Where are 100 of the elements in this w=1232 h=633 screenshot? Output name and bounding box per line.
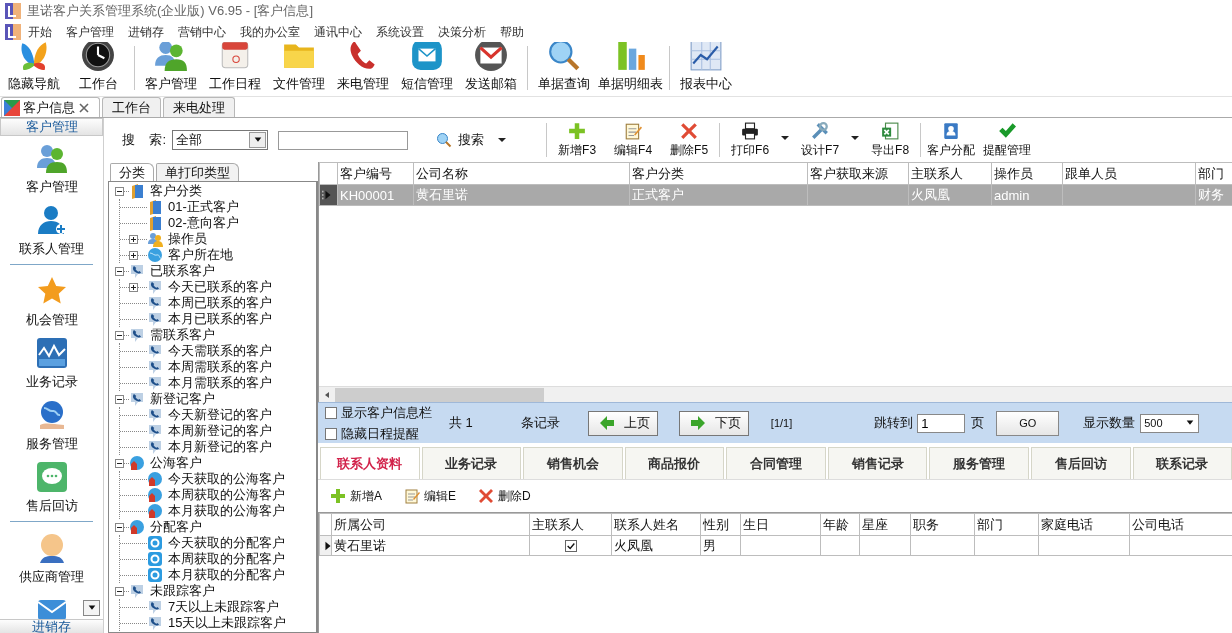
column-header[interactable]: 公司名称: [413, 162, 630, 185]
minus-box-icon[interactable]: [115, 330, 124, 340]
toolbar-button[interactable]: 单据查询: [532, 42, 596, 93]
tree-item[interactable]: 需联系客户: [149, 326, 216, 344]
tree-item[interactable]: 客户分类: [149, 182, 203, 200]
detail-tab[interactable]: 业务记录: [421, 447, 522, 479]
tree-item[interactable]: 本周新登记的客户: [167, 422, 273, 440]
column-header[interactable]: 客户编号: [337, 162, 414, 185]
column-header[interactable]: 主联系人: [908, 162, 992, 185]
toolbar-button[interactable]: 来电管理: [331, 42, 395, 93]
detail-tab[interactable]: 合同管理: [726, 447, 826, 479]
nav-item[interactable]: 供应商管理: [0, 526, 103, 588]
column-header[interactable]: 操作员: [991, 162, 1063, 185]
tree-item[interactable]: 今天获取的分配客户: [167, 534, 286, 552]
column-header[interactable]: 主联系人: [529, 513, 612, 536]
tree-item[interactable]: 本周需联系的客户: [167, 358, 273, 376]
column-header[interactable]: 部门: [974, 513, 1039, 536]
tree-item[interactable]: 客户所在地: [167, 246, 234, 264]
detail-tab[interactable]: 商品报价: [624, 447, 725, 479]
scroll-left-icon[interactable]: [323, 390, 331, 399]
document-tab[interactable]: 工作台: [102, 97, 161, 117]
minus-box-icon[interactable]: [115, 586, 124, 596]
toolbar-button[interactable]: 短信管理: [395, 42, 459, 93]
minus-box-icon[interactable]: [115, 394, 124, 404]
tree-item[interactable]: 本周已联系的客户: [167, 294, 273, 312]
toolbar-button[interactable]: 工作日程: [203, 42, 267, 93]
column-header[interactable]: 性别: [700, 513, 741, 536]
column-header[interactable]: 联系人姓名: [611, 513, 701, 536]
toolbar-button[interactable]: 客户管理: [139, 42, 203, 93]
toolbar-button[interactable]: 报表中心: [674, 42, 738, 93]
caret-icon[interactable]: [498, 138, 507, 142]
nav-item[interactable]: 机会管理: [0, 269, 103, 331]
toolbar-button[interactable]: 提醒管理: [979, 121, 1036, 159]
panel-tab[interactable]: 单打印类型: [156, 163, 239, 181]
menu-item[interactable]: 决策分析: [431, 23, 493, 41]
tree-item[interactable]: 今天新登记的客户: [167, 406, 273, 424]
menu-item[interactable]: 我的办公室: [233, 23, 307, 41]
detail-tab[interactable]: 销售机会: [523, 447, 623, 479]
tree-item[interactable]: 本月已联系的客户: [167, 310, 273, 328]
document-tab[interactable]: 来电处理: [163, 97, 235, 117]
nav-item[interactable]: 客户管理: [0, 136, 103, 198]
toolbar-button[interactable]: 隐藏导航: [2, 42, 66, 93]
panel-tab[interactable]: 分类: [110, 163, 154, 181]
column-header[interactable]: 生日: [740, 513, 821, 536]
nav-footer[interactable]: 进销存: [0, 619, 103, 633]
toolbar-button[interactable]: 单据明细表: [596, 42, 665, 93]
column-header[interactable]: 公司电话: [1129, 513, 1232, 536]
detail-tab[interactable]: 售后回访: [1030, 447, 1131, 479]
tree-item[interactable]: 已联系客户: [149, 262, 216, 280]
menu-item[interactable]: 客户管理: [59, 23, 121, 41]
menu-item[interactable]: 帮助: [493, 23, 531, 41]
tree-item[interactable]: 新登记客户: [149, 390, 216, 408]
column-header[interactable]: 职务: [910, 513, 975, 536]
page-size-dropdown[interactable]: 500: [1140, 413, 1200, 433]
toolbar-button[interactable]: 发送邮箱: [459, 42, 523, 93]
caret-icon[interactable]: [851, 136, 860, 140]
nav-item[interactable]: 联系人管理: [0, 198, 103, 260]
tree-item[interactable]: 02-意向客户: [167, 214, 240, 232]
toolbar-button[interactable]: 编辑F4: [605, 121, 662, 159]
column-header[interactable]: 星座: [859, 513, 911, 536]
next-page-button[interactable]: 下页: [678, 410, 749, 436]
checkbox[interactable]: [325, 427, 337, 440]
page-number-field[interactable]: 1: [917, 413, 966, 433]
column-header[interactable]: 跟单人员: [1062, 162, 1196, 185]
nav-item[interactable]: 服务管理: [0, 393, 103, 455]
menu-item[interactable]: 系统设置: [369, 23, 431, 41]
document-tab[interactable]: 客户信息: [1, 97, 100, 117]
toolbar-button[interactable]: 新增A: [330, 487, 382, 505]
detail-tab[interactable]: 销售记录: [827, 447, 928, 479]
nav-header[interactable]: 客户管理: [0, 118, 103, 136]
toolbar-button[interactable]: 编辑E: [404, 487, 457, 505]
search-field[interactable]: [278, 130, 409, 150]
plus-box-icon[interactable]: [129, 282, 138, 292]
scope-dropdown[interactable]: 全部: [172, 130, 269, 150]
column-header[interactable]: 客户获取来源: [807, 162, 909, 185]
horizontal-scrollbar[interactable]: [319, 386, 1232, 402]
detail-tab[interactable]: 服务管理: [929, 447, 1029, 479]
search-button[interactable]: 搜索: [432, 131, 489, 149]
toolbar-button[interactable]: 新增F3: [549, 121, 606, 159]
checkbox[interactable]: [564, 539, 577, 552]
nav-item[interactable]: 售后回访: [0, 455, 103, 517]
tree-item[interactable]: 01-正式客户: [167, 198, 240, 216]
tree-item[interactable]: 分配客户: [149, 518, 203, 536]
nav-item[interactable]: 业务记录: [0, 331, 103, 393]
menu-item[interactable]: 通讯中心: [307, 23, 369, 41]
column-header[interactable]: 所属公司: [331, 513, 530, 536]
minus-box-icon[interactable]: [115, 266, 124, 276]
tree-item[interactable]: 本周获取的公海客户: [167, 486, 286, 504]
menu-item[interactable]: 开始: [21, 23, 59, 41]
tree-item[interactable]: 公海客户: [149, 454, 203, 472]
close-icon[interactable]: [78, 101, 90, 114]
detail-tab[interactable]: 联系记录: [1132, 447, 1232, 479]
tree-item[interactable]: 本月需联系的客户: [167, 374, 273, 392]
column-header[interactable]: 客户分类: [629, 162, 808, 185]
tree-item[interactable]: 操作员: [167, 230, 208, 248]
tree-item[interactable]: 本月获取的公海客户: [167, 502, 286, 520]
go-button[interactable]: GO: [996, 410, 1060, 436]
plus-box-icon[interactable]: [129, 250, 138, 260]
toolbar-button[interactable]: 删除D: [478, 487, 531, 505]
tree-item[interactable]: 本月获取的分配客户: [167, 566, 286, 584]
